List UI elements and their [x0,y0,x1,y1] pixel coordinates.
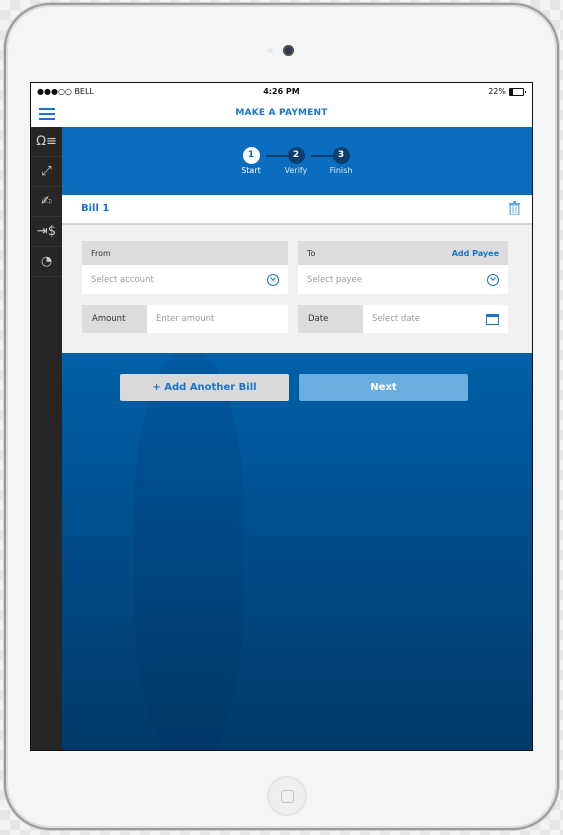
main-content: 1 Start 2 Verify 3 Finish Bill 1 From Se… [62,127,532,750]
to-label: To [307,248,316,258]
bill-header: Bill 1 [62,195,532,225]
step-finish: 3 Finish [321,147,361,175]
step-number: 2 [287,147,305,164]
transfer-arrows-icon[interactable]: ⤢ [31,157,62,187]
chevron-down-icon [487,273,499,286]
bill-card: Bill 1 From Select account To Add Payee … [62,195,532,353]
nav-bar: MAKE A PAYMENT [31,100,532,128]
from-placeholder: Select account [91,274,154,285]
calendar-icon[interactable] [486,313,499,325]
front-camera [283,45,294,56]
step-label: Start [241,166,261,175]
step-verify: 2 Verify [276,147,316,175]
page-title: MAKE A PAYMENT [235,108,328,118]
date-placeholder: Select date [372,314,421,324]
status-bar: ●●●○○ BELL 4:26 PM 22% [31,83,532,100]
date-label: Date [298,305,363,333]
to-label-row: To Add Payee [298,241,508,265]
from-field: From Select account [82,241,288,294]
from-label: From [91,248,111,258]
clock: 4:26 PM [263,87,300,96]
next-button[interactable]: Next [299,374,468,401]
pie-chart-icon[interactable]: ◔ [31,247,62,277]
battery-indicator: 22% [488,87,526,96]
sidebar: Ω≡ ⤢ ✍ ⇥$ ◔ [31,127,62,750]
screen: ●●●○○ BELL 4:26 PM 22% MAKE A PAYMENT Ω≡… [30,82,533,751]
add-payee-link[interactable]: Add Payee [452,249,499,258]
step-start: 1 Start [231,147,271,175]
from-account-select[interactable]: Select account [82,265,288,294]
date-field: Date Select date [298,305,508,333]
step-label: Finish [329,166,353,175]
step-number: 1 [242,147,260,164]
step-label: Verify [284,166,308,175]
light-sensor [268,48,273,53]
progress-stepper: 1 Start 2 Verify 3 Finish [62,127,532,195]
chevron-down-icon [267,273,279,286]
home-button[interactable] [267,776,307,816]
amount-field: Amount Enter amount [82,305,288,333]
to-payee-select[interactable]: Select payee [298,265,508,294]
battery-percent: 22% [488,87,506,96]
to-placeholder: Select payee [307,274,363,285]
add-another-bill-button[interactable]: + Add Another Bill [120,374,289,401]
step-number: 3 [332,147,350,164]
bill-title: Bill 1 [81,203,110,214]
background-ribbon [134,347,244,750]
battery-icon [509,87,526,96]
profile-list-icon[interactable]: Ω≡ [31,127,62,157]
amount-input[interactable]: Enter amount [147,305,288,333]
pay-bill-icon[interactable]: ⇥$ [31,217,62,247]
amount-label: Amount [82,305,147,333]
from-label-row: From [82,241,288,265]
to-field: To Add Payee Select payee [298,241,508,294]
amount-placeholder: Enter amount [156,314,215,324]
trash-icon[interactable] [509,201,520,215]
cheque-deposit-icon[interactable]: ✍ [31,187,62,217]
date-input[interactable]: Select date [363,305,508,333]
